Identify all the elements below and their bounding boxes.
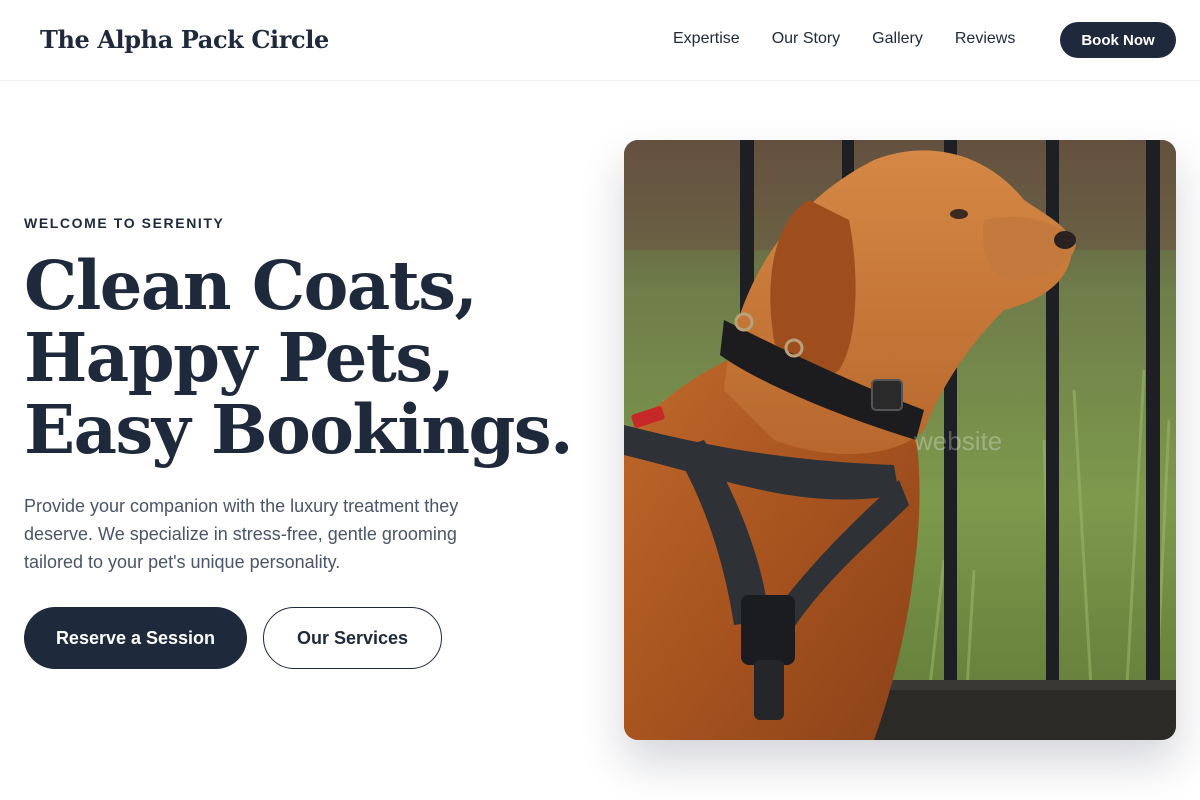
book-now-button[interactable]: Book Now: [1060, 22, 1176, 58]
reserve-session-button[interactable]: Reserve a Session: [24, 607, 247, 669]
main-nav: Expertise Our Story Gallery Reviews: [673, 29, 1015, 49]
nav-link-reviews[interactable]: Reviews: [955, 29, 1015, 49]
our-services-button[interactable]: Our Services: [263, 607, 442, 669]
image-watermark: website: [913, 426, 1002, 456]
hero-headline: Clean Coats, Happy Pets, Easy Bookings.: [24, 250, 584, 466]
brand-logo[interactable]: The Alpha Pack Circle: [40, 25, 329, 54]
headline-line-3: Easy Bookings.: [24, 390, 573, 469]
headline-line-2: Happy Pets,: [24, 318, 455, 397]
hero-eyebrow: WELCOME TO SERENITY: [24, 215, 225, 231]
dog-photo: website: [624, 140, 1176, 740]
nav-link-gallery[interactable]: Gallery: [872, 29, 923, 49]
hero-image: website: [624, 140, 1176, 740]
nav-link-expertise[interactable]: Expertise: [673, 29, 740, 49]
hero-description: Provide your companion with the luxury t…: [24, 496, 459, 572]
site-header: The Alpha Pack Circle Expertise Our Stor…: [0, 0, 1200, 81]
nav-link-our-story[interactable]: Our Story: [772, 29, 840, 49]
headline-line-1: Clean Coats,: [24, 246, 478, 325]
